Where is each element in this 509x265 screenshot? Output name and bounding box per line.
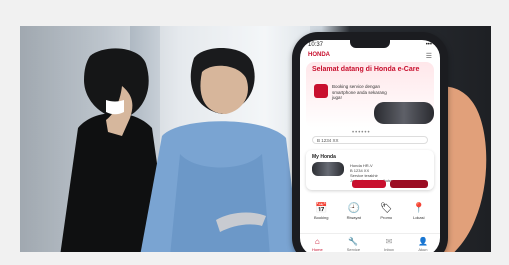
screenshot-stage: 10:37 ••• HONDA ☰ Selamat datang di Hond… (0, 0, 509, 265)
mail-icon: ✉ (385, 237, 393, 246)
quick-action-label: Lokasi (412, 215, 425, 220)
nav-service[interactable]: 🔧 Service (346, 237, 361, 253)
nav-account[interactable]: 👤 Akun (417, 237, 428, 253)
background-photo: 10:37 ••• HONDA ☰ Selamat datang di Hond… (20, 26, 491, 252)
vehicle-card[interactable]: My Honda Honda HR-V B 1234 XX Service te… (306, 150, 434, 190)
car-image (374, 102, 434, 124)
vehicle-select[interactable]: B 1234 XX (312, 136, 428, 144)
nav-label: Service (346, 247, 361, 252)
service-button[interactable] (352, 180, 386, 188)
menu-icon[interactable]: ☰ (426, 52, 432, 60)
tag-icon: 🏷 (379, 203, 393, 214)
status-time: 10:37 (308, 42, 324, 48)
quick-action-history[interactable]: 🕘 Riwayat (338, 196, 369, 228)
calendar-icon: 📅 (315, 203, 328, 214)
quick-action-location[interactable]: 📍 Lokasi (403, 196, 434, 228)
history-button[interactable] (390, 180, 428, 188)
nav-label: Home (312, 247, 323, 252)
phone-screen: 10:37 ••• HONDA ☰ Selamat datang di Hond… (300, 40, 440, 252)
quick-action-label: Riwayat (346, 215, 361, 220)
quick-action-promo[interactable]: 🏷 Promo (371, 196, 402, 228)
location-icon: 📍 (412, 203, 425, 214)
app-icon (314, 84, 328, 98)
smartphone: 10:37 ••• HONDA ☰ Selamat datang di Hond… (292, 32, 448, 252)
honda-logo: HONDA (308, 52, 330, 58)
status-signal: ••• (425, 42, 432, 48)
quick-action-label: Booking (314, 215, 329, 220)
user-icon: 👤 (417, 237, 428, 246)
home-icon: ⌂ (314, 237, 320, 246)
bottom-navigation: ⌂ Home 🔧 Service ✉ Inbox 👤 Akun (300, 233, 440, 252)
quick-action-booking[interactable]: 📅 Booking (306, 196, 337, 228)
hero-title: Selamat datang di Honda e-Care (312, 66, 420, 73)
hero-subtitle: Booking service dengan smartphone anda s… (332, 84, 387, 101)
history-icon: 🕘 (347, 203, 360, 214)
nav-label: Akun (418, 247, 428, 252)
vehicle-thumbnail (312, 162, 344, 176)
nav-home[interactable]: ⌂ Home (312, 237, 323, 253)
nav-label: Inbox (384, 247, 394, 252)
phone-notch (350, 40, 390, 48)
quick-action-label: Promo (380, 215, 393, 220)
nav-inbox[interactable]: ✉ Inbox (384, 237, 394, 253)
app-header: HONDA ☰ (300, 51, 440, 61)
vehicle-card-title: My Honda (312, 154, 336, 160)
quick-actions-grid: 📅 Booking 🕘 Riwayat 🏷 Promo 📍 Lokasi (306, 196, 434, 228)
wrench-icon: 🔧 (348, 237, 359, 246)
hero-banner[interactable]: Selamat datang di Honda e-Care Booking s… (306, 62, 434, 128)
